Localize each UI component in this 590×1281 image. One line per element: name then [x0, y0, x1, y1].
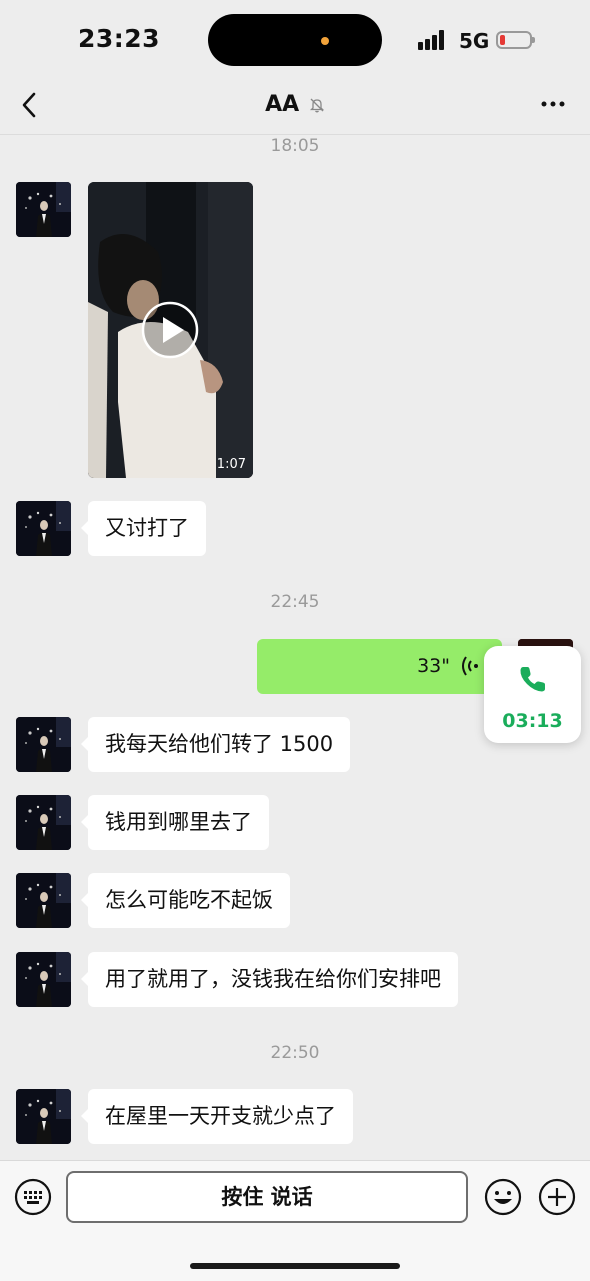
video-duration: 1:07 — [216, 457, 246, 472]
keyboard-icon[interactable] — [14, 1178, 52, 1216]
input-bar: 按住 说话 — [0, 1160, 590, 1281]
contact-avatar[interactable] — [16, 795, 71, 850]
message-bubble[interactable]: 在屋里一天开支就少点了 — [81, 1089, 353, 1144]
message-timestamp: 18:05 — [270, 136, 320, 156]
message-timestamp: 22:50 — [270, 1043, 320, 1063]
more-options-icon[interactable] — [540, 94, 566, 114]
message-bubble[interactable]: 怎么可能吃不起饭 — [81, 873, 290, 928]
message-bubble[interactable]: 我每天给他们转了 1500 — [80, 717, 351, 772]
contact-avatar[interactable] — [16, 717, 71, 772]
voice-wave-icon — [462, 656, 478, 676]
message-bubble[interactable]: 钱用到哪里去了 — [81, 795, 269, 850]
plus-icon[interactable] — [538, 1178, 576, 1216]
chat-header: AA — [0, 80, 590, 135]
home-indicator[interactable] — [190, 1263, 400, 1269]
chat-title-text: AA — [265, 92, 300, 117]
emoji-icon[interactable] — [484, 1178, 522, 1216]
voice-length: 33" — [417, 655, 450, 677]
status-time: 23:23 — [78, 24, 161, 53]
voice-message[interactable]: 33" — [257, 639, 509, 694]
message-bubble[interactable]: 用了就用了，没钱我在给你们安排吧 — [81, 952, 458, 1007]
message-bubble[interactable]: 又讨打了 — [81, 501, 206, 556]
phone-icon — [520, 667, 545, 692]
video-message[interactable]: 1:07 — [88, 182, 253, 478]
mute-bell-icon — [309, 98, 324, 113]
contact-avatar[interactable] — [16, 873, 71, 928]
status-bar: 23:23 5G — [0, 0, 590, 80]
network-type: 5G — [459, 29, 490, 53]
floating-call-window[interactable]: 03:13 — [484, 646, 581, 743]
battery-icon — [496, 31, 535, 49]
chat-title: AA — [0, 92, 590, 117]
call-duration: 03:13 — [502, 710, 563, 732]
contact-avatar[interactable] — [16, 501, 71, 556]
contact-avatar[interactable] — [16, 1089, 71, 1144]
dynamic-island — [208, 14, 382, 66]
privacy-indicator-dot — [321, 37, 329, 45]
signal-icon — [418, 30, 448, 50]
contact-avatar[interactable] — [16, 182, 71, 237]
contact-avatar[interactable] — [16, 952, 71, 1007]
hold-to-talk-button[interactable]: 按住 说话 — [66, 1171, 468, 1223]
message-timestamp: 22:45 — [270, 592, 320, 612]
